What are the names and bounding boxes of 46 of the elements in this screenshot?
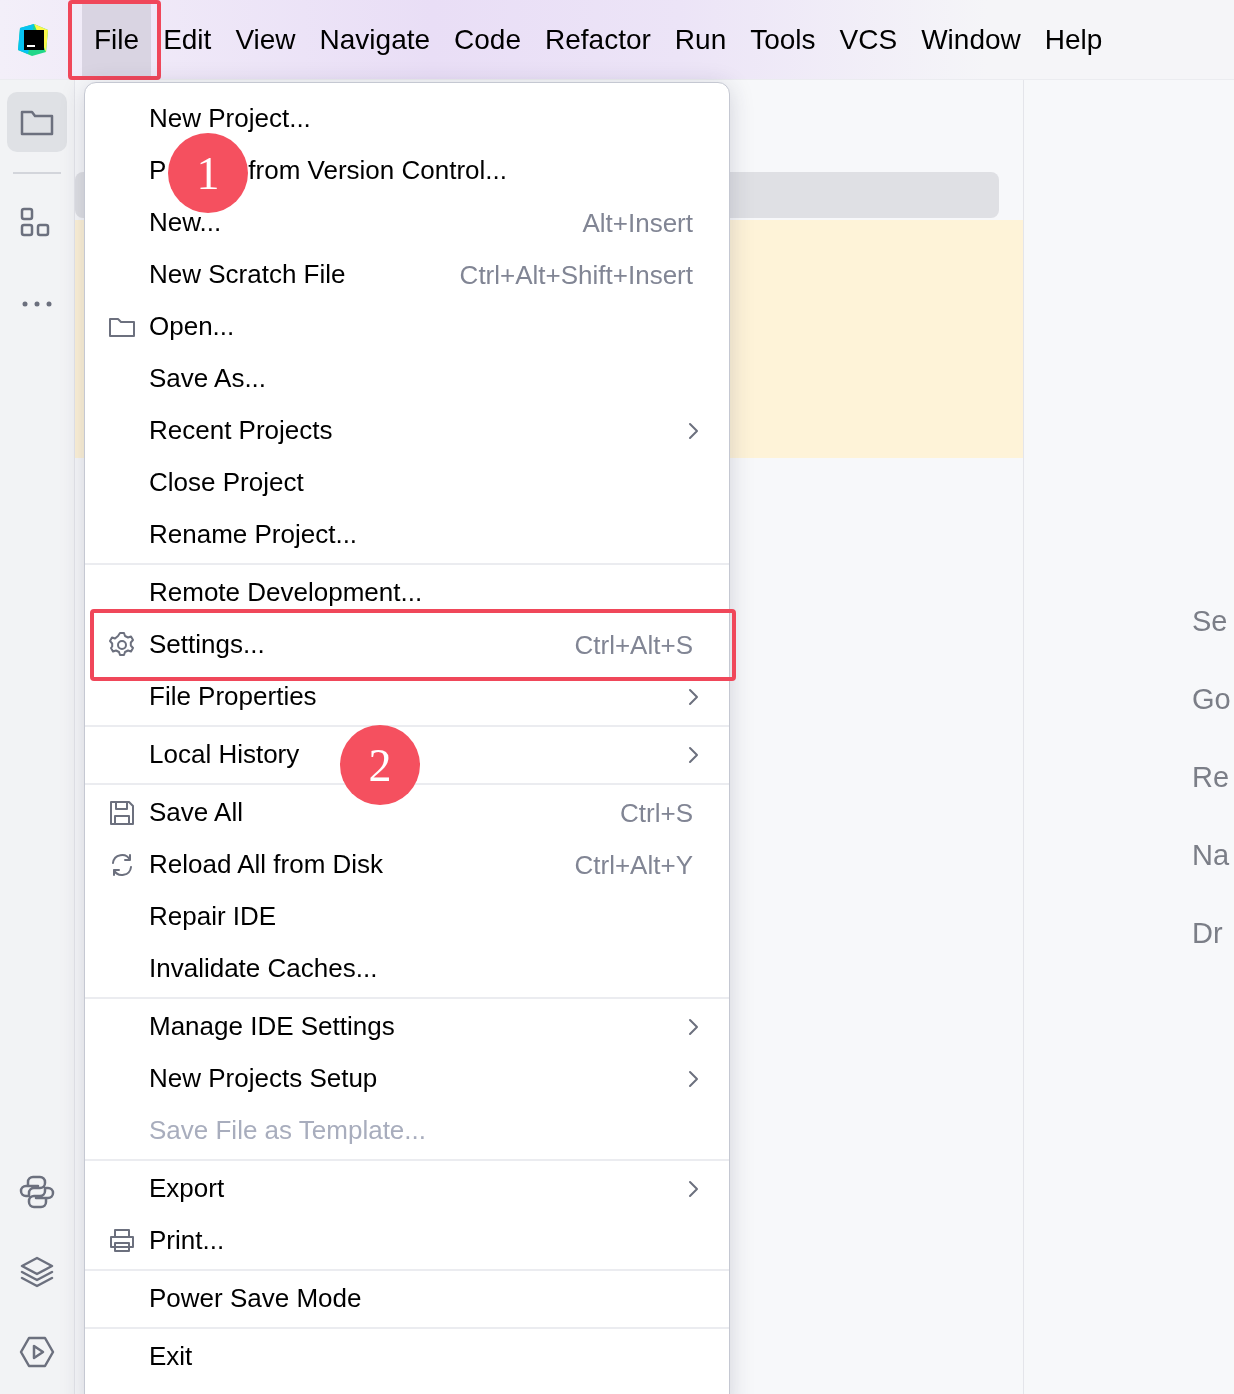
menu-bar-item[interactable]: VCS: [827, 0, 910, 80]
welcome-action[interactable]: Re: [1192, 758, 1234, 796]
menu-item[interactable]: Open...: [149, 313, 235, 341]
menu-bar-item[interactable]: Edit: [151, 0, 224, 80]
shortcut-label: Ctrl+S: [620, 797, 693, 829]
save-icon: [107, 798, 137, 828]
menu-item[interactable]: P: [149, 157, 167, 185]
menu-item[interactable]: Save All: [149, 799, 243, 827]
welcome-action[interactable]: Dr: [1192, 914, 1234, 952]
shortcut-label: Ctrl+Alt+Y: [574, 849, 693, 881]
menu-bar-item[interactable]: Help: [1032, 0, 1115, 80]
menu-item[interactable]: Export: [149, 1175, 225, 1203]
shortcut-label: Ctrl+Alt+S: [574, 629, 693, 661]
menu-item[interactable]: Settings...: [149, 631, 265, 659]
menu-item[interactable]: Rename Project...: [149, 521, 358, 549]
menu-item[interactable]: Recent Projects: [149, 417, 333, 445]
menu-bar-item[interactable]: Window: [909, 0, 1033, 80]
menu-item[interactable]: Power Save Mode: [149, 1285, 362, 1313]
menu-item[interactable]: Reload All from Disk: [149, 851, 384, 879]
menu-item[interactable]: New Scratch File: [149, 261, 346, 289]
menu-item[interactable]: New Projects Setup: [149, 1065, 378, 1093]
menu-item[interactable]: Save As...: [149, 365, 267, 393]
menu-item[interactable]: Repair IDE: [149, 903, 277, 931]
menu-item[interactable]: Manage IDE Settings: [149, 1013, 395, 1041]
menu-bar-item[interactable]: Tools: [738, 0, 828, 80]
menu-item[interactable]: Close Project: [149, 469, 304, 497]
menu-item[interactable]: New Project...: [149, 105, 311, 133]
menu-bar-item[interactable]: Run: [662, 0, 739, 80]
menu-bar-item[interactable]: View: [223, 0, 308, 80]
welcome-action[interactable]: Go: [1192, 680, 1234, 718]
shortcut-label: Ctrl+Alt+Shift+Insert: [459, 259, 693, 291]
menu-bar-item[interactable]: Code: [442, 0, 533, 80]
menu-bar-item[interactable]: Refactor: [533, 0, 663, 80]
menu-item[interactable]: Invalidate Caches...: [149, 955, 378, 983]
welcome-action[interactable]: Na: [1192, 836, 1234, 874]
menu-item[interactable]: Print...: [149, 1227, 225, 1255]
more-icon: [22, 301, 52, 307]
menu-item[interactable]: Local History: [149, 741, 300, 769]
menu-item[interactable]: Exit: [149, 1343, 193, 1371]
shortcut-label: Alt+Insert: [582, 207, 693, 239]
menu-bar-item[interactable]: Navigate: [307, 0, 443, 80]
menu-item[interactable]: from Version Control...: [248, 157, 507, 185]
menu-item[interactable]: File Properties: [149, 683, 317, 711]
menu-item[interactable]: Remote Development...: [149, 579, 423, 607]
welcome-action[interactable]: Se: [1192, 602, 1234, 640]
tool-window-button[interactable]: [7, 92, 67, 152]
